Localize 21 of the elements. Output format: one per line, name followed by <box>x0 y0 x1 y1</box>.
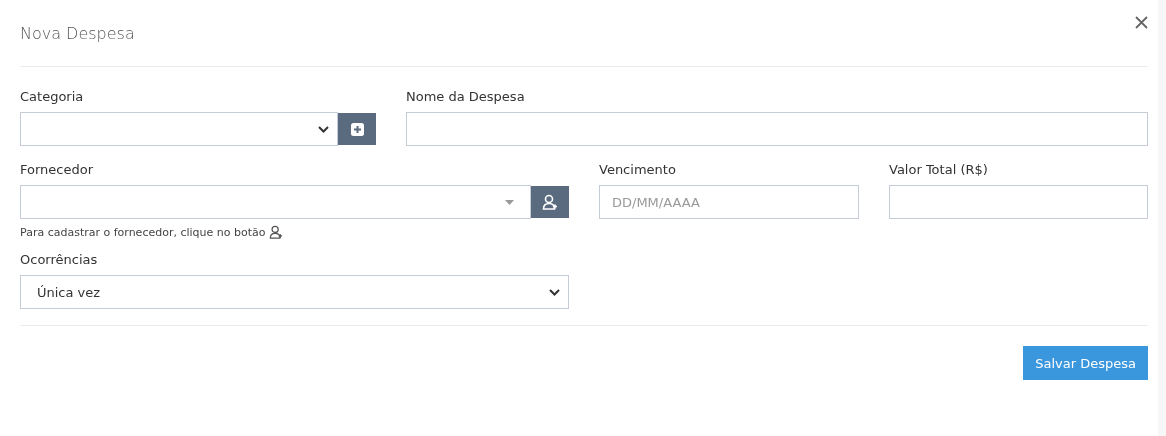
field-label: Nome da Despesa <box>406 88 526 106</box>
occurrences-select[interactable]: Única vez <box>20 275 569 309</box>
close-icon[interactable] <box>1135 15 1148 29</box>
field-label: Fornecedor <box>20 161 95 179</box>
field-label: Ocorrências <box>20 251 99 269</box>
expense-name-input[interactable] <box>406 112 1148 146</box>
field-label: Vencimento <box>599 161 677 179</box>
chevron-down-icon <box>549 288 560 296</box>
dialog-title: Nova Despesa <box>20 23 135 43</box>
help-text: Para cadastrar o fornecedor, clique no botão <box>20 225 266 239</box>
add-supplier-button[interactable] <box>531 186 569 218</box>
total-value-input[interactable] <box>889 185 1148 219</box>
due-date-input[interactable]: DD/MM/AAAA <box>599 185 859 219</box>
chevron-down-icon <box>318 125 329 133</box>
add-category-button[interactable] <box>338 113 376 145</box>
field-label: Categoria <box>20 88 85 106</box>
plus-square-icon <box>350 122 364 136</box>
field-label: Valor Total (R$) <box>889 161 989 179</box>
caret-down-icon <box>505 199 514 205</box>
user-icon <box>268 225 283 239</box>
user-icon <box>542 194 558 210</box>
